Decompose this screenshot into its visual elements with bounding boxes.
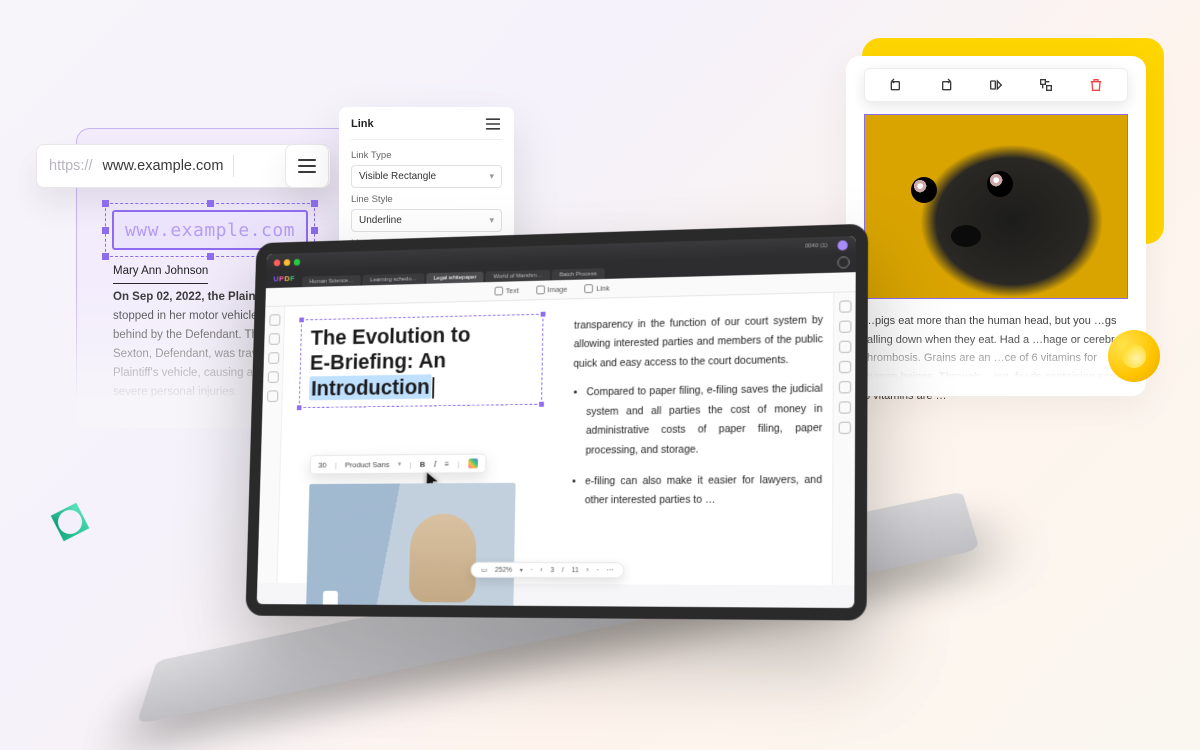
decorative-yellow-ring <box>1108 330 1160 382</box>
title-line-2: E-Briefing: An <box>310 348 447 375</box>
page-total: 11 <box>572 567 579 574</box>
mode-link[interactable]: Link <box>585 284 610 293</box>
rail-icon[interactable] <box>269 314 280 326</box>
close-icon[interactable] <box>274 259 281 266</box>
sliders-icon[interactable] <box>486 118 500 129</box>
fit-button[interactable]: ▭ <box>481 566 487 574</box>
title-line-1: The Evolution to <box>310 322 470 350</box>
document-tab[interactable]: Legal whitepaper <box>426 272 484 284</box>
right-tool-rail <box>832 292 856 585</box>
rotate-left-button[interactable] <box>883 72 909 98</box>
link-type-label: Link Type <box>351 150 502 161</box>
text-caret <box>432 377 434 398</box>
text-color-button[interactable] <box>468 458 478 468</box>
rail-icon[interactable] <box>839 341 851 353</box>
document-body-main: transparency in the function of our cour… <box>571 311 823 523</box>
document-tab[interactable]: Batch Process <box>552 268 605 280</box>
document-canvas[interactable]: The Evolution to E-Briefing: An Introduc… <box>277 293 833 585</box>
document-image <box>306 483 516 608</box>
titlebar-meta: 0040 (1) <box>805 243 828 250</box>
document-tab[interactable]: Learning schedu… <box>363 273 425 285</box>
rail-icon[interactable] <box>838 381 850 393</box>
maximize-icon[interactable] <box>294 258 301 265</box>
mode-text[interactable]: Text <box>494 286 519 295</box>
app-brand: UPDF <box>273 274 295 283</box>
align-button[interactable]: ≡ <box>445 459 450 468</box>
prev-page-button[interactable]: ‹ <box>540 567 542 574</box>
line-style-label: Line Style <box>351 194 502 205</box>
crop-button[interactable] <box>1033 72 1059 98</box>
text-edit-box[interactable]: The Evolution to E-Briefing: An Introduc… <box>299 314 544 409</box>
url-value: www.example.com <box>103 158 224 174</box>
document-tab[interactable]: World of Marshm… <box>486 270 550 282</box>
image-toolbar <box>864 68 1128 102</box>
font-family-select[interactable]: Product Sans <box>345 460 390 469</box>
chevron-down-icon: ▾ <box>489 171 494 182</box>
chevron-down-icon: ▾ <box>489 215 494 226</box>
page-current[interactable]: 3 <box>550 567 554 574</box>
bold-button[interactable]: B <box>420 459 426 468</box>
panel-title: Link <box>351 118 374 130</box>
rail-icon[interactable] <box>839 300 851 312</box>
account-avatar[interactable] <box>838 240 848 250</box>
more-button[interactable]: ⋯ <box>607 566 614 574</box>
italic-button[interactable]: I <box>434 459 437 468</box>
text-format-toolbar: 30 | Product Sans▾ | B I ≡ | <box>310 454 487 475</box>
rail-icon[interactable] <box>268 333 279 345</box>
url-prefix: https:// <box>49 158 93 174</box>
link-type-select[interactable]: Visible Rectangle▾ <box>351 165 502 188</box>
app-window: 0040 (1) UPDF Human Science…Learning sch… <box>257 236 856 608</box>
url-settings-button[interactable] <box>285 144 329 188</box>
rotate-right-button[interactable] <box>933 72 959 98</box>
page-navigation-bar: ▭ 252%▾ · ‹ 3 / 11 › · ⋯ <box>470 562 624 578</box>
sliders-icon <box>298 159 316 173</box>
rail-icon[interactable] <box>268 352 279 364</box>
laptop-mockup: 0040 (1) UPDF Human Science…Learning sch… <box>136 228 966 698</box>
font-size-field[interactable]: 30 <box>318 460 326 469</box>
rail-icon[interactable] <box>839 321 851 333</box>
flip-button[interactable] <box>983 72 1009 98</box>
rail-icon[interactable] <box>267 390 278 402</box>
title-highlight: Introduction <box>309 374 432 400</box>
rail-icon[interactable] <box>838 422 850 434</box>
mode-image[interactable]: Image <box>536 285 568 295</box>
minimize-icon[interactable] <box>284 259 291 266</box>
delete-button[interactable] <box>1083 72 1109 98</box>
rail-icon[interactable] <box>838 401 850 413</box>
next-page-button[interactable]: › <box>586 567 588 574</box>
rail-icon[interactable] <box>838 361 850 373</box>
document-tab[interactable]: Human Science… <box>302 275 361 287</box>
zoom-value[interactable]: 252% <box>495 566 512 573</box>
rail-icon[interactable] <box>267 371 278 383</box>
decorative-teal-ring <box>42 494 97 549</box>
